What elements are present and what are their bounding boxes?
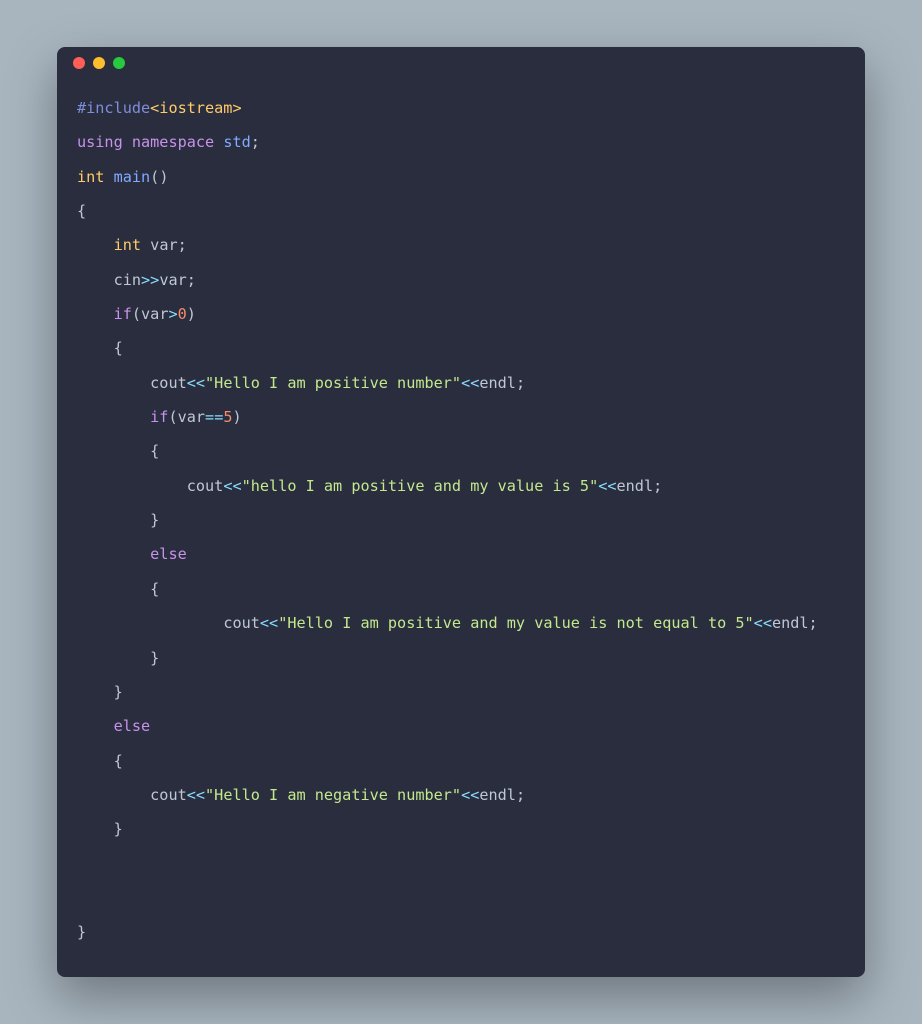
minimize-icon[interactable]	[93, 57, 105, 69]
num-5: 5	[223, 408, 232, 426]
fn-main: main	[114, 168, 151, 186]
semi: ;	[653, 477, 662, 495]
str-pos: "Hello I am positive number"	[205, 374, 461, 392]
id-endl: endl	[772, 614, 809, 632]
id-endl: endl	[479, 374, 516, 392]
kw-if: if	[114, 305, 132, 323]
semi: ;	[809, 614, 818, 632]
brace-open: {	[114, 339, 123, 357]
semi: ;	[178, 236, 187, 254]
brace-close: }	[114, 683, 123, 701]
brace-close: }	[77, 923, 86, 941]
ty-int: int	[114, 236, 141, 254]
close-icon[interactable]	[73, 57, 85, 69]
paren-close: )	[159, 168, 168, 186]
op-eq: ==	[205, 408, 223, 426]
paren-open: (	[150, 168, 159, 186]
paren-open: (	[168, 408, 177, 426]
op-lshift: <<	[461, 786, 479, 804]
kw-if: if	[150, 408, 168, 426]
id-cout: cout	[150, 786, 187, 804]
brace-close: }	[150, 511, 159, 529]
code-window: #include<iostream> using namespace std; …	[57, 47, 865, 977]
paren-close: )	[233, 408, 242, 426]
semi: ;	[251, 133, 260, 151]
semi: ;	[187, 271, 196, 289]
kw-namespace: namespace	[132, 133, 214, 151]
brace-open: {	[77, 202, 86, 220]
var-name: var	[159, 271, 186, 289]
include-header: <iostream>	[150, 99, 241, 117]
brace-close: }	[150, 649, 159, 667]
preproc-include: #include	[77, 99, 150, 117]
window-titlebar	[57, 47, 865, 79]
brace-open: {	[150, 442, 159, 460]
brace-open: {	[114, 752, 123, 770]
zoom-icon[interactable]	[113, 57, 125, 69]
op-gt: >	[168, 305, 177, 323]
kw-else: else	[150, 545, 187, 563]
id-cout: cout	[150, 374, 187, 392]
var-name: var	[141, 305, 168, 323]
kw-else: else	[114, 717, 151, 735]
semi: ;	[516, 786, 525, 804]
op-lshift: <<	[598, 477, 616, 495]
var-name: var	[178, 408, 205, 426]
id-endl: endl	[617, 477, 654, 495]
op-lshift: <<	[223, 477, 241, 495]
op-lshift: <<	[754, 614, 772, 632]
op-lshift: <<	[187, 786, 205, 804]
op-lshift: <<	[187, 374, 205, 392]
str-neg: "Hello I am negative number"	[205, 786, 461, 804]
id-cout: cout	[223, 614, 260, 632]
paren-open: (	[132, 305, 141, 323]
num-0: 0	[178, 305, 187, 323]
id-endl: endl	[479, 786, 516, 804]
kw-using: using	[77, 133, 123, 151]
code-block: #include<iostream> using namespace std; …	[57, 79, 865, 977]
brace-close: }	[114, 820, 123, 838]
paren-close: )	[187, 305, 196, 323]
ns-std: std	[223, 133, 250, 151]
id-cout: cout	[187, 477, 224, 495]
ty-int: int	[77, 168, 104, 186]
var-name: var	[150, 236, 177, 254]
id-cin: cin	[114, 271, 141, 289]
brace-open: {	[150, 580, 159, 598]
op-lshift: <<	[461, 374, 479, 392]
str-posnot5: "Hello I am positive and my value is not…	[278, 614, 753, 632]
str-pos5: "hello I am positive and my value is 5"	[242, 477, 599, 495]
semi: ;	[516, 374, 525, 392]
op-lshift: <<	[260, 614, 278, 632]
op-rshift: >>	[141, 271, 159, 289]
